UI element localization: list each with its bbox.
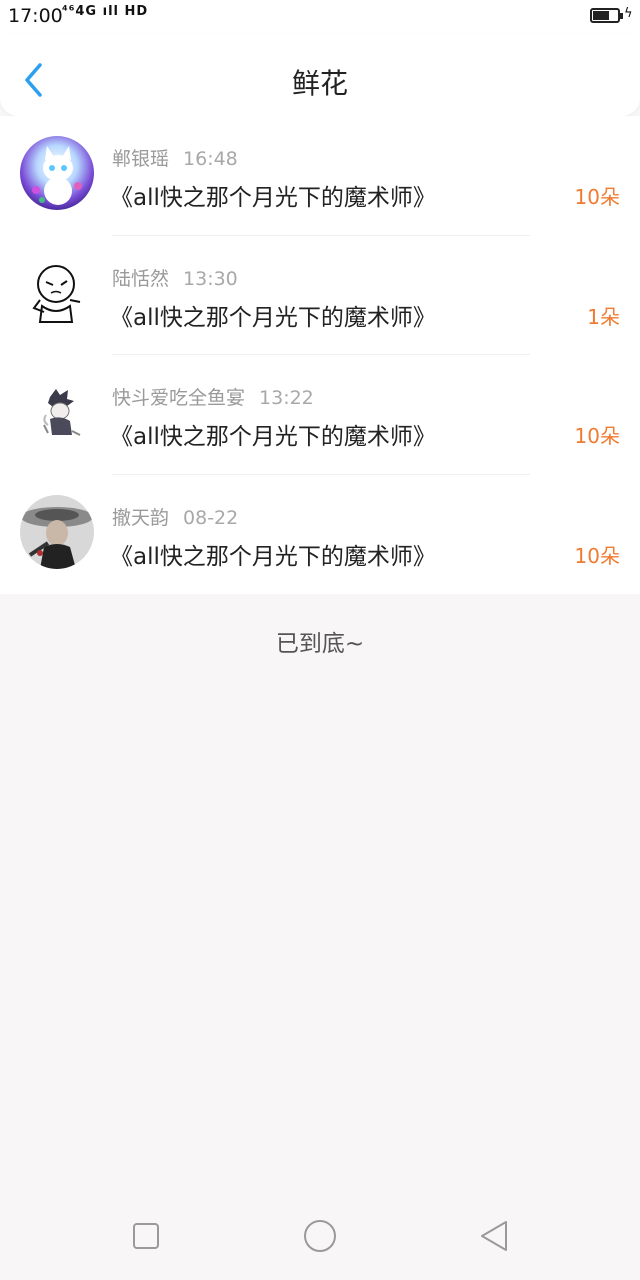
sender-name[interactable]: 撤天韵 xyxy=(112,507,169,529)
sender-meta: 陆恬然 13:30 xyxy=(112,264,238,291)
flower-count: 10朵 xyxy=(574,185,620,209)
send-time: 08-22 xyxy=(183,506,239,529)
send-time: 13:30 xyxy=(183,267,238,290)
system-nav-bar xyxy=(0,1196,640,1280)
avatar[interactable] xyxy=(20,494,94,569)
list-item[interactable]: 撤天韵 08-22 《all快之那个月光下的魔术师》 10朵 xyxy=(0,475,640,595)
list-item[interactable]: 快斗爱吃全鱼宴 13:22 《all快之那个月光下的魔术师》 10朵 xyxy=(0,355,640,475)
charging-icon: ϟ xyxy=(624,6,633,21)
header: 鲜花 xyxy=(0,34,640,116)
flower-count: 1朵 xyxy=(587,304,620,329)
avatar[interactable] xyxy=(20,375,94,449)
circle-icon xyxy=(304,1220,336,1252)
avatar[interactable] xyxy=(20,136,94,210)
sender-meta: 郸银瑶 16:48 xyxy=(112,144,238,171)
status-time: 17:00 xyxy=(8,5,63,27)
work-title[interactable]: 《all快之那个月光下的魔术师》 xyxy=(110,178,436,212)
work-title[interactable]: 《all快之那个月光下的魔术师》 xyxy=(110,537,436,571)
send-time: 16:48 xyxy=(183,148,238,170)
status-bar: 17:00 ⁴⁶4G ıll HD ϟ xyxy=(0,0,640,34)
sender-meta: 撤天韵 08-22 xyxy=(112,503,238,530)
back-nav-button[interactable] xyxy=(476,1218,512,1254)
flower-list: 郸银瑶 16:48 《all快之那个月光下的魔术师》 10朵 陆恬然 13:30 《… xyxy=(0,116,640,594)
sender-name[interactable]: 快斗爱吃全鱼宴 xyxy=(112,387,245,409)
avatar[interactable] xyxy=(20,255,94,330)
page-title: 鲜花 xyxy=(291,67,348,100)
sender-name[interactable]: 郸银瑶 xyxy=(112,148,169,170)
flower-count: 10朵 xyxy=(574,543,620,568)
square-icon xyxy=(133,1223,159,1249)
signal-icon: ⁴⁶4G ıll HD xyxy=(62,4,149,19)
sender-meta: 快斗爱吃全鱼宴 13:22 xyxy=(112,383,314,410)
list-item[interactable]: 陆恬然 13:30 《all快之那个月光下的魔术师》 1朵 xyxy=(0,236,640,355)
home-button[interactable] xyxy=(302,1218,338,1254)
end-of-list-text: 已到底~ xyxy=(275,631,365,657)
list-item[interactable]: 郸银瑶 16:48 《all快之那个月光下的魔术师》 10朵 xyxy=(0,116,640,236)
work-title[interactable]: 《all快之那个月光下的魔术师》 xyxy=(110,417,436,451)
sender-name[interactable]: 陆恬然 xyxy=(112,268,169,290)
work-title[interactable]: 《all快之那个月光下的魔术师》 xyxy=(110,298,436,332)
battery-icon xyxy=(590,8,623,23)
send-time: 13:22 xyxy=(259,387,314,409)
recent-apps-button[interactable] xyxy=(128,1218,164,1254)
flower-count: 10朵 xyxy=(574,424,620,448)
triangle-back-icon xyxy=(481,1221,507,1251)
